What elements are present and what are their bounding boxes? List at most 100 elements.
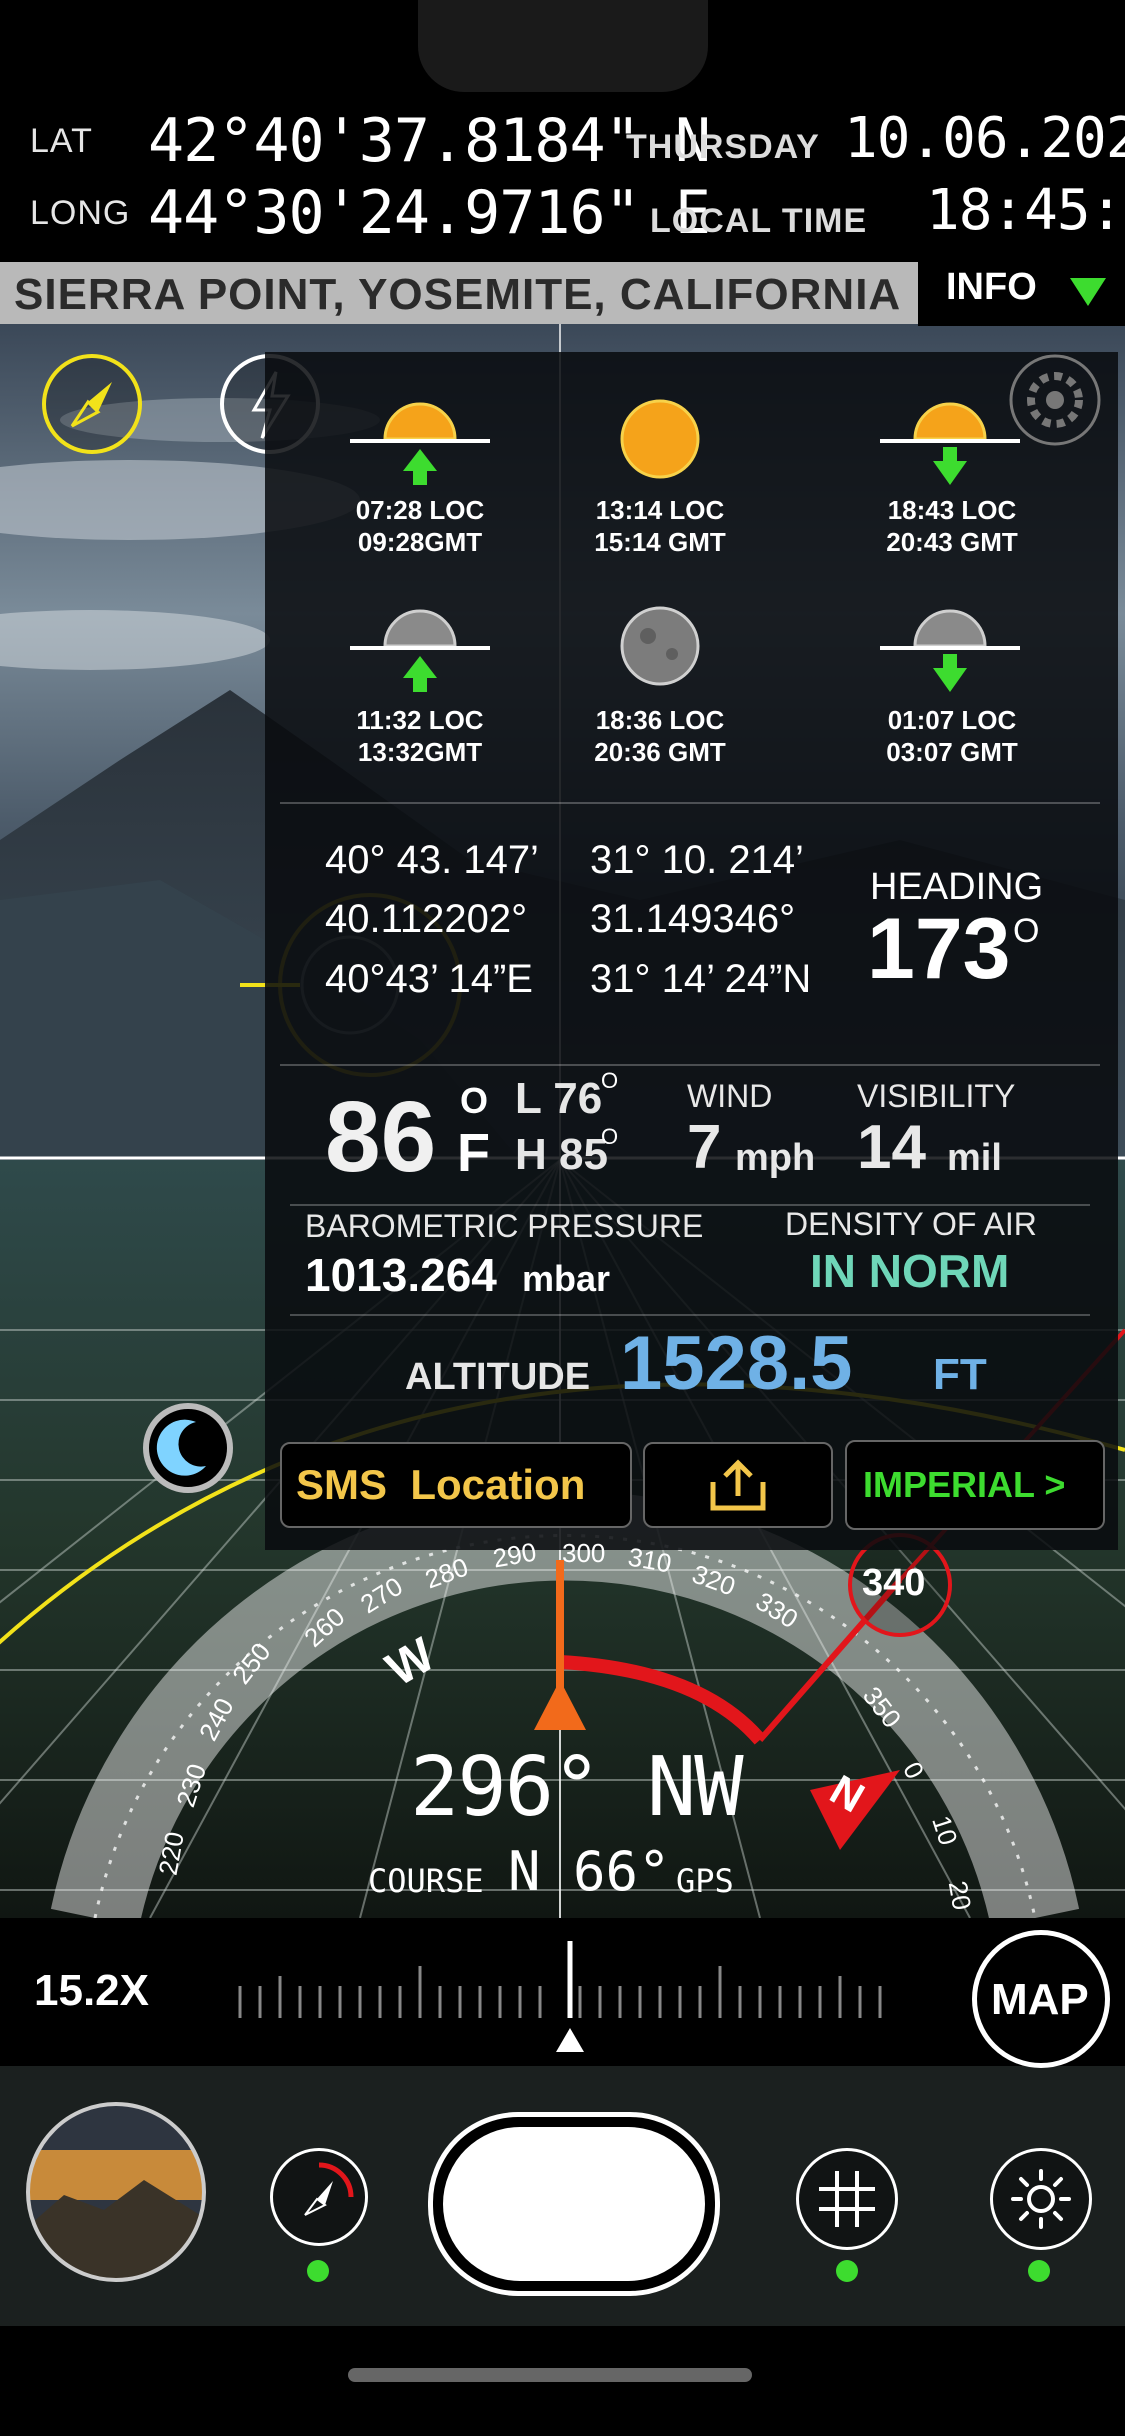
compass-mode-icon[interactable]	[40, 352, 144, 456]
day-label: THURSDAY	[626, 128, 820, 166]
moonrise-local: 11:32 LOC	[356, 705, 484, 735]
moonset-icon	[880, 609, 1020, 692]
sunrise-icon	[350, 402, 490, 485]
moonset-local: 01:07 LOC	[887, 705, 1017, 735]
altitude-label: ALTITUDE	[405, 1356, 591, 1398]
lat-decimal: 40.112202°	[325, 897, 528, 941]
pressure-unit: mbar	[522, 1258, 611, 1299]
temp-degree: O	[460, 1080, 489, 1121]
info-panel: 07:28 LOC 09:28GMT 13:14 LOC 15:14 GMT 1…	[265, 352, 1118, 1550]
temp-low: L 76	[515, 1074, 603, 1123]
lat-dm: 40° 43. 147’	[325, 838, 539, 882]
compass-icon	[304, 2162, 354, 2216]
sunrise-gmt: 09:28GMT	[357, 527, 483, 557]
gps-label: GPS	[676, 1862, 734, 1900]
air-density-label: DENSITY OF AIR	[785, 1206, 1037, 1242]
divider	[280, 1064, 1100, 1066]
visibility-value: 14	[857, 1113, 926, 1182]
long-label: LONG	[30, 194, 131, 232]
map-button[interactable]: MAP	[972, 1930, 1110, 2068]
wind-value: 7	[687, 1113, 722, 1182]
bearing-readout: 296° NW	[410, 1740, 744, 1835]
sun-noon-icon	[620, 399, 700, 479]
course-value: N 66°	[508, 1840, 671, 1903]
map-label: MAP	[991, 1975, 1089, 2024]
gallery-thumbnail[interactable]	[24, 2100, 208, 2284]
moon-transit-local: 18:36 LOC	[595, 705, 725, 735]
local-time-label: LOCAL TIME	[650, 202, 868, 240]
temperature-value: 86	[325, 1081, 437, 1193]
moon-transit-gmt: 20:36 GMT	[594, 737, 726, 767]
temp-high: H 85	[515, 1130, 608, 1179]
zoom-slider[interactable]	[230, 1936, 910, 2056]
status-header: LAT 42°40'37.8184" N LONG 44°30'24.9716"…	[0, 98, 1125, 260]
sunset-gmt: 20:43 GMT	[886, 527, 1018, 557]
pressure-value: 1013.264	[305, 1249, 497, 1301]
shutter-button[interactable]	[428, 2112, 720, 2296]
pressure-label: BAROMETRIC PRESSURE	[305, 1208, 704, 1244]
moonrise-icon	[350, 609, 490, 692]
imperial-button[interactable]: IMPERIAL >	[845, 1440, 1105, 1530]
moonrise-gmt: 13:32GMT	[357, 737, 483, 767]
brightness-active-dot	[1028, 2260, 1050, 2282]
lon-dms: 31° 14’ 24”N	[590, 957, 812, 1001]
sms-location-label: SMS Location	[296, 1461, 586, 1508]
divider	[290, 1314, 1090, 1316]
temp-unit: F	[457, 1123, 490, 1183]
sun-noon-local: 13:14 LOC	[595, 495, 725, 525]
sunset-icon	[880, 402, 1020, 485]
sun-noon-gmt: 15:14 GMT	[594, 527, 726, 557]
imperial-label: IMPERIAL >	[863, 1464, 1066, 1505]
target-bearing: 340	[862, 1562, 926, 1604]
lat-label: LAT	[30, 122, 93, 160]
tick-label: 300	[562, 1538, 606, 1568]
altitude-value: 1528.5	[620, 1321, 853, 1406]
altitude-unit: FT	[933, 1350, 987, 1399]
divider	[280, 802, 1100, 804]
moonset-gmt: 03:07 GMT	[886, 737, 1018, 767]
visibility-label: VISIBILITY	[857, 1078, 1016, 1114]
info-button[interactable]: INFO	[918, 252, 1125, 326]
wind-label: WIND	[687, 1078, 773, 1114]
date-value: 10.06.2023	[844, 106, 1125, 171]
share-icon	[710, 1459, 766, 1511]
share-button[interactable]	[643, 1442, 833, 1528]
temp-high-degree: O	[601, 1124, 619, 1149]
moon-marker-icon	[143, 1403, 233, 1493]
compass-active-dot	[307, 2260, 329, 2282]
triangle-down-icon	[1070, 278, 1106, 306]
sunrise-local: 07:28 LOC	[355, 495, 485, 525]
shutter-inner	[443, 2127, 705, 2281]
moon-transit-icon	[620, 606, 700, 686]
visibility-unit: mil	[947, 1137, 1002, 1179]
camera-toolbar	[0, 2066, 1125, 2326]
air-density-value: IN NORM	[810, 1245, 1010, 1297]
zoom-value: 15.2X	[34, 1966, 149, 2015]
grid-toggle-button[interactable]	[796, 2148, 898, 2250]
lat-dms: 40°43’ 14”E	[325, 957, 533, 1001]
temp-low-degree: O	[601, 1068, 619, 1093]
home-indicator[interactable]	[348, 2368, 752, 2382]
brightness-button[interactable]	[990, 2148, 1092, 2250]
heading-value: 173	[867, 901, 1011, 997]
camera-notch	[418, 0, 708, 92]
sunset-local: 18:43 LOC	[887, 495, 1017, 525]
brightness-icon	[1011, 2169, 1071, 2229]
zoom-bar[interactable]: 15.2X MAP	[0, 1918, 1125, 2068]
wind-unit: mph	[735, 1137, 816, 1179]
long-value: 44°30'24.9716" E	[148, 178, 711, 248]
info-label: INFO	[946, 266, 1037, 308]
sms-location-button[interactable]: SMS Location	[280, 1442, 632, 1528]
grid-active-dot	[836, 2260, 858, 2282]
course-label: COURSE	[368, 1862, 484, 1900]
tick-label: 20	[942, 1878, 978, 1913]
time-value: 18:45:31	[926, 178, 1125, 243]
lon-dm: 31° 10. 214’	[590, 838, 804, 882]
lon-decimal: 31.149346°	[590, 897, 796, 941]
grid-icon	[819, 2171, 875, 2227]
heading-degree: O	[1013, 912, 1040, 950]
location-name: SIERRA POINT, YOSEMITE, CALIFORNIA	[14, 270, 902, 319]
compass-toggle-button[interactable]	[270, 2148, 368, 2246]
location-bar: SIERRA POINT, YOSEMITE, CALIFORNIA	[0, 262, 918, 324]
app-screen: LAT 42°40'37.8184" N LONG 44°30'24.9716"…	[0, 0, 1125, 2436]
